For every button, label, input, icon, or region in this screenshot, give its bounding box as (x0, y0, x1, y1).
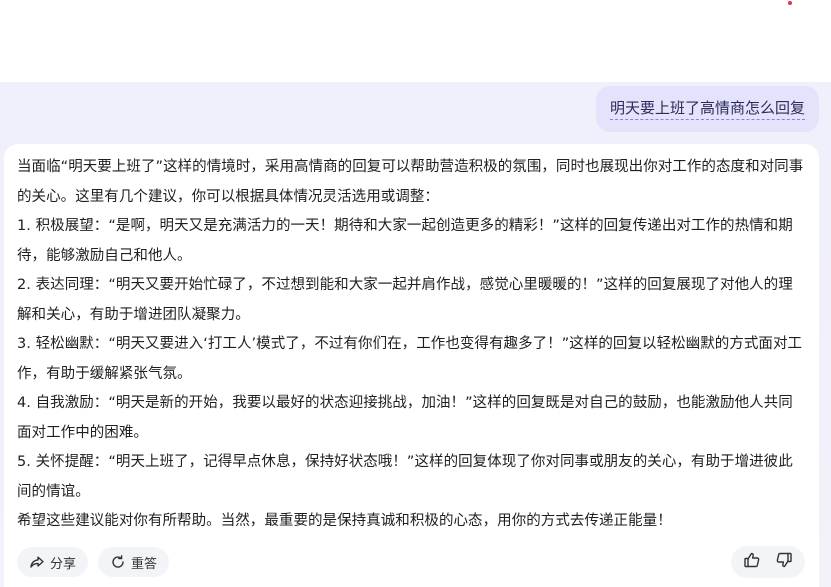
user-message-text[interactable]: 明天要上班了高情商怎么回复 (609, 98, 805, 120)
user-message-bubble: 明天要上班了高情商怎么回复 (595, 86, 819, 132)
regenerate-label: 重答 (131, 556, 158, 572)
assistant-suggestion-4: 4. 自我激励：“明天是新的开始，我要以最好的状态迎接挑战，加油！”这样的回复既… (17, 395, 793, 441)
like-button[interactable] (741, 551, 763, 573)
notification-dot (788, 1, 792, 5)
assistant-suggestion-3: 3. 轻松幽默：“明天又要进入‘打工人’模式了，不过有你们在，工作也变得有趣多了… (17, 336, 803, 382)
top-bar (0, 0, 831, 82)
dislike-button[interactable] (773, 551, 795, 573)
assistant-suggestion-2: 2. 表达同理：“明天又要开始忙碌了，不过想到能和大家一起并肩作战，感觉心里暖暖… (17, 277, 793, 323)
thumbs-down-icon (775, 551, 793, 573)
assistant-message-card: 当面临“明天要上班了”这样的情境时，采用高情商的回复可以帮助营造积极的氛围，同时… (4, 144, 819, 587)
thumbs-up-icon (743, 551, 761, 573)
assistant-closing-paragraph: 希望这些建议能对你有所帮助。当然，最重要的是保持真诚和积极的心态，用你的方式去传… (17, 513, 672, 529)
share-label: 分享 (50, 556, 77, 572)
assistant-intro-paragraph: 当面临“明天要上班了”这样的情境时，采用高情商的回复可以帮助营造积极的氛围，同时… (17, 159, 804, 205)
assistant-suggestion-5: 5. 关怀提醒：“明天上班了，记得早点休息，保持好状态哦！”这样的回复体现了你对… (17, 454, 793, 500)
regenerate-button[interactable]: 重答 (98, 547, 170, 577)
share-icon (29, 554, 45, 570)
message-actions: 分享 重答 (17, 547, 170, 577)
assistant-suggestion-1: 1. 积极展望：“是啊，明天又是充满活力的一天！期待和大家一起创造更多的精彩！”… (17, 218, 793, 264)
feedback-group (731, 546, 805, 578)
refresh-icon (110, 554, 126, 570)
share-button[interactable]: 分享 (17, 547, 89, 577)
